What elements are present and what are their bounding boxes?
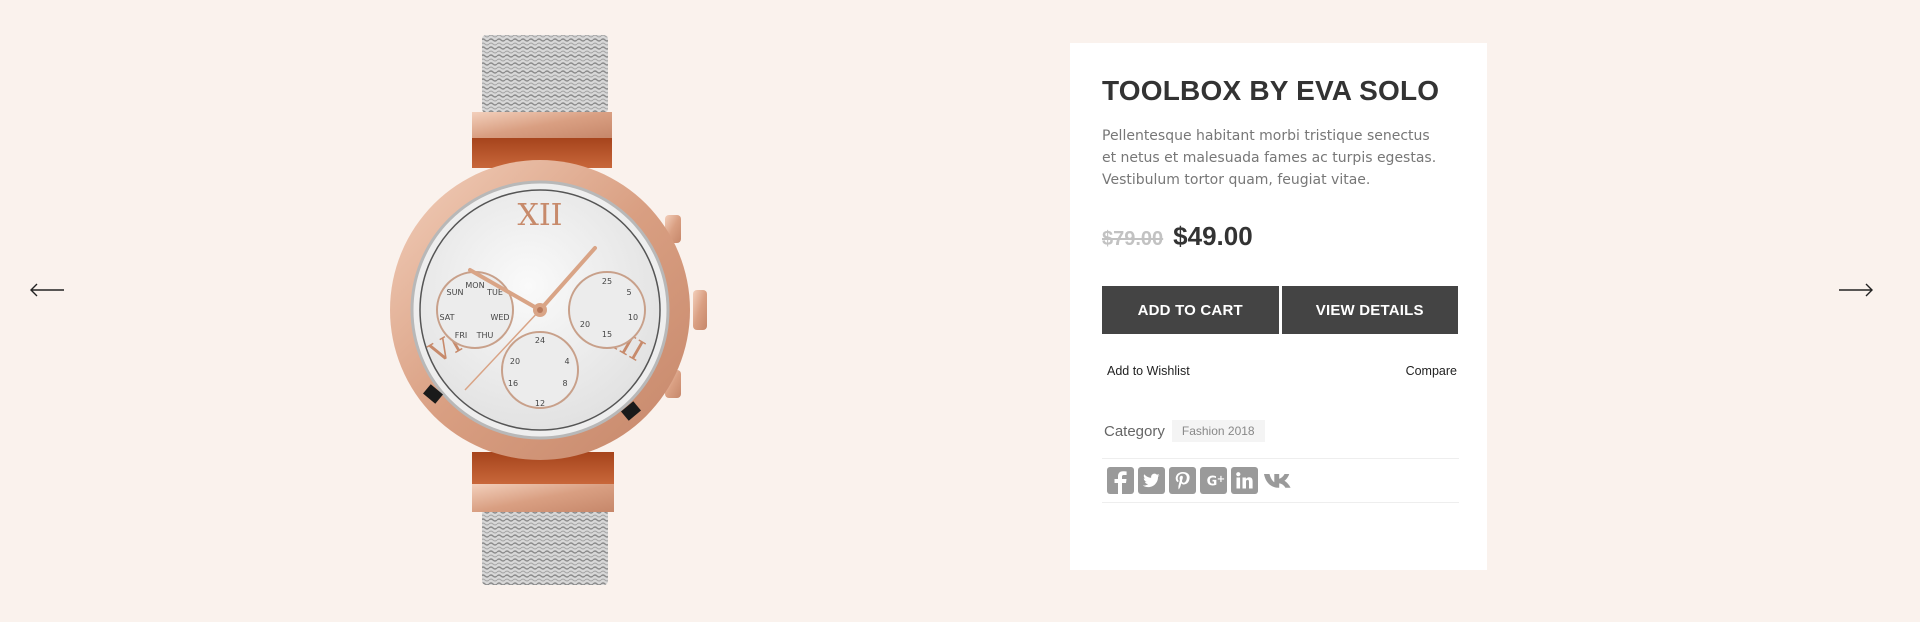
svg-text:XII: XII [517,198,562,233]
svg-text:WED: WED [490,313,509,322]
product-image: XII IIII VIII MONSUNTUE WEDTHUFRISAT 255… [385,30,715,590]
add-to-cart-button[interactable]: ADD TO CART [1102,286,1279,334]
svg-text:20: 20 [510,357,520,366]
social-share: G + [1102,458,1459,503]
watch-image: XII IIII VIII MONSUNTUE WEDTHUFRISAT 255… [390,35,707,585]
google-plus-icon[interactable]: G + [1200,467,1227,494]
old-price: $79.00 [1102,228,1164,250]
svg-text:THU: THU [476,331,494,340]
svg-text:20: 20 [580,320,590,329]
product-description: Pellentesque habitant morbi tristique se… [1102,128,1437,188]
price-block: $79.00 $49.00 [1102,221,1456,252]
action-buttons: ADD TO CART VIEW DETAILS [1102,286,1458,334]
svg-text:4: 4 [564,357,569,366]
category-label: Category [1104,422,1165,440]
svg-text:25: 25 [602,277,612,286]
svg-text:15: 15 [602,330,612,339]
next-slide-button[interactable] [1835,278,1875,302]
svg-text:8: 8 [562,379,567,388]
arrow-right-icon [1839,283,1873,297]
current-price: $49.00 [1173,221,1253,251]
prev-slide-button[interactable] [28,278,68,302]
vk-icon[interactable] [1262,467,1296,494]
category-row: Category Fashion 2018 [1102,420,1456,442]
secondary-links: Add to Wishlist Compare [1102,364,1459,378]
arrow-left-icon [30,283,64,297]
pinterest-icon[interactable] [1169,467,1196,494]
svg-text:16: 16 [508,379,518,388]
product-card: TOOLBOX BY EVA SOLO Pellentesque habitan… [1070,43,1487,570]
svg-text:MON: MON [465,281,484,290]
svg-text:10: 10 [628,313,638,322]
view-details-button[interactable]: VIEW DETAILS [1281,286,1458,334]
facebook-icon[interactable] [1107,467,1134,494]
twitter-icon[interactable] [1138,467,1165,494]
linkedin-icon[interactable] [1231,467,1258,494]
svg-text:24: 24 [535,336,545,345]
category-tag[interactable]: Fashion 2018 [1171,420,1265,442]
product-title: TOOLBOX BY EVA SOLO [1102,75,1440,106]
svg-text:FRI: FRI [455,331,468,340]
compare-link[interactable]: Compare [1406,364,1457,378]
add-to-wishlist-link[interactable]: Add to Wishlist [1107,364,1190,378]
svg-text:12: 12 [535,399,545,408]
svg-text:G: G [1207,475,1218,490]
svg-text:SAT: SAT [440,313,455,322]
svg-text:SUN: SUN [447,288,464,297]
svg-text:5: 5 [626,288,631,297]
svg-text:+: + [1217,474,1225,485]
